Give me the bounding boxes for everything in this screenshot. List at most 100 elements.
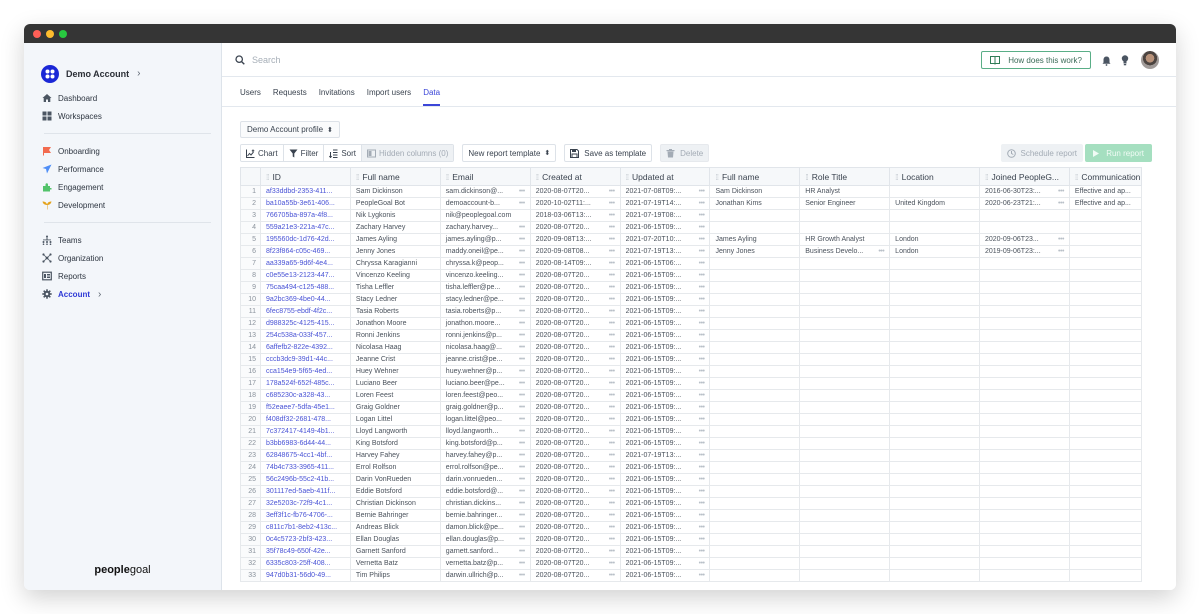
cell-communication[interactable] (1068, 389, 1142, 402)
drag-handle-icon[interactable]: ⁞⁞ (626, 173, 630, 182)
cell-email[interactable]: vernetta.batz@p... ••• (439, 557, 531, 570)
cell-email[interactable]: bernie.bahringer... ••• (439, 509, 531, 522)
cell-email[interactable]: ellan.douglas@p... ••• (439, 533, 531, 546)
cell-id[interactable]: 3eff3f1c-fb76-4706-... (259, 509, 351, 522)
cell-communication[interactable] (1068, 269, 1142, 282)
cell-communication[interactable] (1068, 245, 1142, 258)
cell-updated-at[interactable]: 2021-06-15T09:... ••• (619, 425, 711, 438)
user-avatar[interactable] (1141, 51, 1159, 69)
cell-full-name[interactable]: Huey Wehner (349, 365, 441, 378)
cell-created-at[interactable]: 2020-08-07T20... ••• (529, 413, 621, 426)
cell-joined-peoplegoal[interactable] (978, 509, 1070, 522)
cell-communication[interactable] (1068, 221, 1142, 234)
cell-created-at[interactable]: 2020-08-07T20... ••• (529, 389, 621, 402)
cell-profile-full-name[interactable]: James Ayling (709, 233, 801, 246)
table-row[interactable]: 11 6fec8755-ebdf-4f2c... Tasia Roberts tasi… (240, 305, 1142, 318)
expand-cell-icon[interactable]: ••• (519, 344, 525, 351)
cell-email[interactable]: garnett.sanford... ••• (439, 545, 531, 558)
expand-cell-icon[interactable]: ••• (609, 428, 615, 435)
cell-updated-at[interactable]: 2021-06-15T09:... ••• (619, 305, 711, 318)
expand-cell-icon[interactable]: ••• (609, 512, 615, 519)
cell-full-name[interactable]: Chryssa Karagianni (349, 257, 441, 270)
cell-full-name[interactable]: Eddie Botsford (349, 485, 441, 498)
cell-email[interactable]: james.ayling@p... ••• (439, 233, 531, 246)
cell-communication[interactable] (1068, 497, 1142, 510)
minimize-window-button[interactable] (46, 29, 54, 38)
cell-location[interactable] (889, 257, 980, 270)
cell-id[interactable]: 9a2bc369-4be0-44... (259, 293, 351, 306)
cell-full-name[interactable]: Tisha Leffler (349, 281, 441, 294)
cell-location[interactable] (889, 293, 980, 306)
expand-cell-icon[interactable]: ••• (519, 320, 525, 327)
cell-full-name[interactable]: Loren Feest (349, 389, 441, 402)
cell-id[interactable]: 74b4c733-3965-411... (259, 461, 351, 474)
expand-cell-icon[interactable]: ••• (609, 416, 615, 423)
column-header-updated-at[interactable]: ⁞⁞ Updated at (619, 167, 711, 186)
cell-updated-at[interactable]: 2021-06-15T09:... ••• (619, 353, 711, 366)
cell-updated-at[interactable]: 2021-06-15T09:... ••• (619, 545, 711, 558)
cell-updated-at[interactable]: 2021-06-15T09:... ••• (619, 377, 711, 390)
cell-full-name[interactable]: Nicolasa Haag (349, 341, 441, 354)
cell-email[interactable]: darwin.ullrich@p... ••• (439, 569, 531, 582)
cell-id[interactable]: 35f78c49-650f-42e... (259, 545, 351, 558)
cell-id[interactable]: ba10a55b-3e61-406... (259, 197, 351, 210)
cell-profile-full-name[interactable] (709, 305, 801, 318)
table-row[interactable]: 2 ba10a55b-3e61-406... PeopleGoal Bot demoa… (240, 197, 1142, 210)
cell-role-title[interactable] (799, 269, 891, 282)
cell-joined-peoplegoal[interactable]: 2016-06-30T23:... ••• (978, 185, 1070, 198)
expand-cell-icon[interactable]: ••• (519, 200, 525, 207)
cell-updated-at[interactable]: 2021-06-15T09:... ••• (619, 533, 711, 546)
cell-joined-peoplegoal[interactable]: 2020-06-23T21:... ••• (978, 197, 1070, 210)
expand-cell-icon[interactable]: ••• (519, 536, 525, 543)
sidebar-item-development[interactable]: Development (41, 196, 221, 214)
cell-communication[interactable] (1068, 437, 1142, 450)
cell-location[interactable] (889, 569, 980, 582)
cell-created-at[interactable]: 2020-08-07T20... ••• (529, 557, 621, 570)
cell-updated-at[interactable]: 2021-06-15T09:... ••• (619, 485, 711, 498)
cell-profile-full-name[interactable] (709, 353, 801, 366)
table-row[interactable]: 18 c685230c-a328-43... Loren Feest loren.fe… (240, 389, 1142, 402)
cell-email[interactable]: ronni.jenkins@p... ••• (439, 329, 531, 342)
expand-cell-icon[interactable]: ••• (519, 332, 525, 339)
expand-cell-icon[interactable]: ••• (699, 332, 705, 339)
lightbulb-icon[interactable] (1121, 55, 1129, 66)
expand-cell-icon[interactable]: ••• (519, 428, 525, 435)
cell-joined-peoplegoal[interactable]: 2019-09-06T23:... ••• (978, 245, 1070, 258)
cell-joined-peoplegoal[interactable] (978, 389, 1070, 402)
cell-communication[interactable] (1068, 461, 1142, 474)
table-row[interactable]: 23 62848675-4cc1-4bf... Harvey Fahey harvey… (240, 449, 1142, 462)
cell-joined-peoplegoal[interactable] (978, 401, 1070, 414)
cell-full-name[interactable]: Garnett Sanford (349, 545, 441, 558)
cell-role-title[interactable] (799, 353, 891, 366)
cell-created-at[interactable]: 2020-08-07T20... ••• (529, 329, 621, 342)
expand-cell-icon[interactable]: ••• (609, 248, 615, 255)
cell-joined-peoplegoal[interactable] (978, 461, 1070, 474)
cell-profile-full-name[interactable] (709, 221, 801, 234)
cell-joined-peoplegoal[interactable] (978, 317, 1070, 330)
cell-full-name[interactable]: Lloyd Langworth (349, 425, 441, 438)
cell-updated-at[interactable]: 2021-06-15T09:... ••• (619, 365, 711, 378)
cell-role-title[interactable] (799, 425, 891, 438)
cell-joined-peoplegoal[interactable] (978, 329, 1070, 342)
cell-full-name[interactable]: Vernetta Batz (349, 557, 441, 570)
table-row[interactable]: 14 6affefb2-822e-4392... Nicolasa Haag nico… (240, 341, 1142, 354)
cell-location[interactable]: United Kingdom (889, 197, 980, 210)
cell-updated-at[interactable]: 2021-07-19T14:... ••• (619, 197, 711, 210)
cell-email[interactable]: sam.dickinson@... ••• (439, 185, 531, 198)
cell-created-at[interactable]: 2018-03-06T13:... ••• (529, 209, 621, 222)
expand-cell-icon[interactable]: ••• (699, 536, 705, 543)
cell-role-title[interactable] (799, 305, 891, 318)
cell-profile-full-name[interactable] (709, 437, 801, 450)
cell-created-at[interactable]: 2020-08-07T20... ••• (529, 473, 621, 486)
cell-role-title[interactable] (799, 293, 891, 306)
cell-profile-full-name[interactable] (709, 461, 801, 474)
cell-id[interactable]: f52eaee7-5dfa-45e1... (259, 401, 351, 414)
column-header-communication[interactable]: ⁞⁞ Communication (1068, 167, 1142, 186)
expand-cell-icon[interactable]: ••• (519, 260, 525, 267)
cell-updated-at[interactable]: 2021-06-15T09:... ••• (619, 317, 711, 330)
tab-data[interactable]: Data (423, 88, 446, 106)
expand-cell-icon[interactable]: ••• (609, 560, 615, 567)
table-row[interactable]: 13 254c538a-033f-457... Ronni Jenkins ronni… (240, 329, 1142, 342)
tab-invitations[interactable]: Invitations (319, 88, 361, 106)
expand-cell-icon[interactable]: ••• (699, 320, 705, 327)
